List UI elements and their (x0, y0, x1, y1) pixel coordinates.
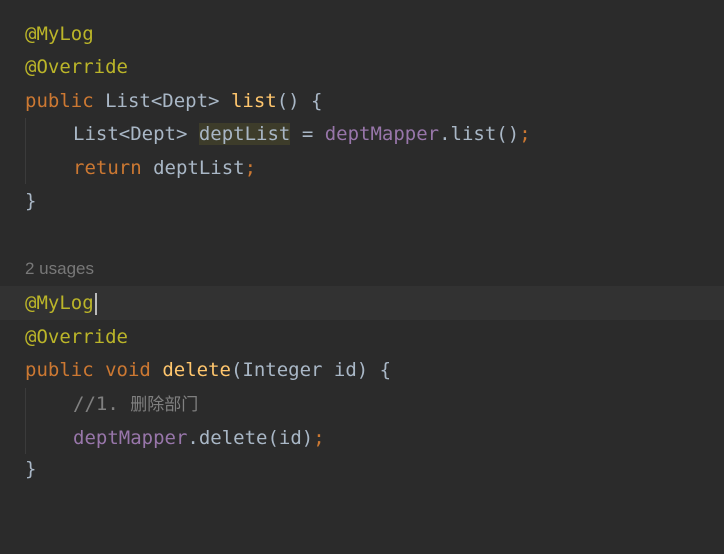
usages-hint[interactable]: 2 usages (25, 257, 94, 281)
code-line[interactable]: return deptList; (0, 151, 724, 185)
code-line-current[interactable]: @MyLog (0, 286, 724, 320)
statement: deptMapper.delete(id); (73, 421, 325, 455)
method-call: .delete(id) (187, 427, 314, 449)
keyword-public: public (25, 359, 94, 381)
semicolon: ; (313, 427, 325, 449)
annotation-mylog: @MyLog (25, 23, 94, 45)
code-line[interactable]: } (0, 184, 724, 218)
code-line[interactable]: @MyLog (0, 17, 724, 51)
method-params: (Integer id) { (230, 359, 392, 381)
semicolon: ; (244, 157, 257, 179)
return-value: deptList (153, 157, 245, 179)
semicolon: ; (519, 123, 531, 145)
code-line[interactable]: } (0, 452, 724, 486)
method-call: .list() (439, 123, 520, 145)
code-line[interactable]: //1. 删除部门 (0, 387, 724, 421)
annotation-mylog: @MyLog (25, 292, 94, 314)
keyword-void: void (105, 359, 151, 381)
code-line[interactable]: deptMapper.delete(id); (0, 421, 724, 455)
text-caret (94, 292, 97, 315)
method-signature: public void delete(Integer id) { (25, 353, 391, 387)
mapper-field: deptMapper (73, 427, 188, 449)
return-type: List<Dept> (105, 90, 220, 112)
code-editor[interactable]: @MyLog @Override public List<Dept> list(… (0, 0, 724, 497)
keyword-public: public (25, 90, 94, 112)
comment-prefix: //1. (73, 393, 131, 415)
code-line[interactable]: List<Dept> deptList = deptMapper.list(); (0, 117, 724, 151)
return-statement: return deptList; (73, 151, 256, 185)
code-line[interactable]: public void delete(Integer id) { (0, 353, 724, 387)
annotation-line: @MyLog (25, 286, 97, 320)
keyword-return: return (73, 157, 142, 179)
closing-brace: } (25, 458, 37, 480)
variable-type: List<Dept> (73, 123, 188, 145)
method-name: delete (162, 359, 231, 381)
statement: List<Dept> deptList = deptMapper.list(); (73, 117, 531, 151)
code-comment: //1. 删除部门 (73, 387, 198, 421)
variable-name: deptList (198, 123, 291, 145)
annotation-override: @Override (25, 326, 128, 348)
code-line[interactable]: @Override (0, 50, 724, 84)
closing-brace: } (25, 190, 37, 212)
method-params: () { (276, 90, 323, 112)
method-signature: public List<Dept> list() { (25, 84, 322, 118)
code-line[interactable]: @Override (0, 320, 724, 354)
comment-text: 删除部门 (130, 395, 199, 415)
mapper-field: deptMapper (324, 123, 440, 145)
code-line[interactable]: public List<Dept> list() { (0, 84, 724, 118)
assign-operator: = (301, 123, 314, 145)
method-name: list (230, 90, 277, 112)
annotation-override: @Override (25, 56, 128, 78)
